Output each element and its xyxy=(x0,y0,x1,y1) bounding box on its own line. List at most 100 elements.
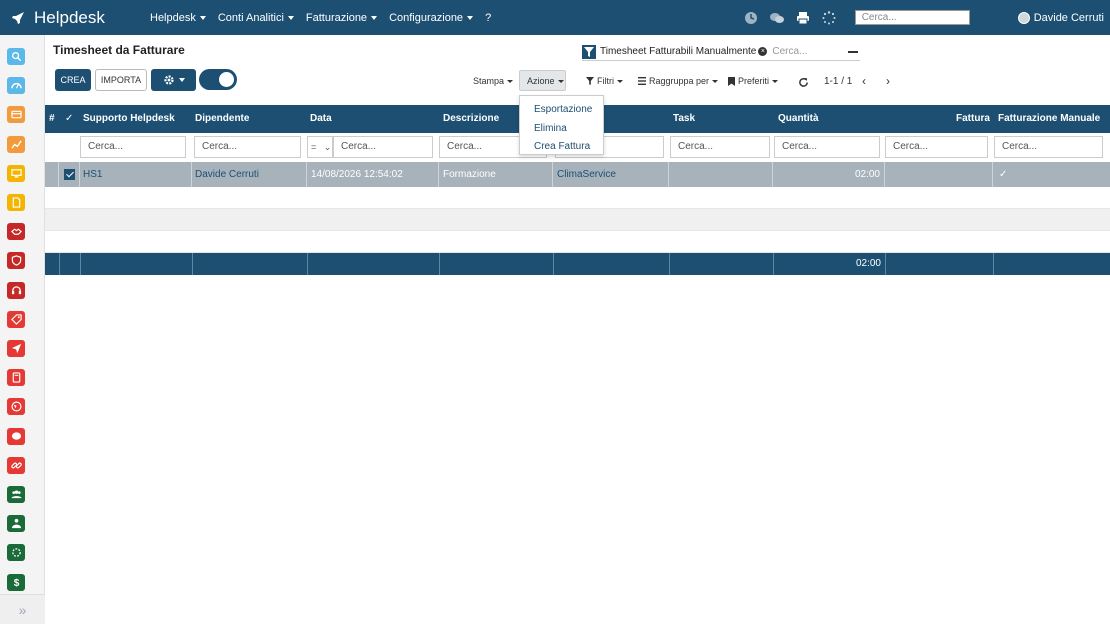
menu-help[interactable]: ? xyxy=(485,12,491,24)
sidebar-app-team[interactable] xyxy=(7,486,25,503)
refresh-icon[interactable] xyxy=(798,77,809,88)
filter-fatturazione-manuale-input[interactable]: Cerca... xyxy=(994,136,1103,158)
filter-quantita-input[interactable]: Cerca... xyxy=(774,136,880,158)
column-quantita[interactable]: Quantità xyxy=(778,105,819,133)
create-button[interactable]: CREA xyxy=(55,69,91,91)
group-by-button[interactable]: Raggruppa per xyxy=(638,74,719,88)
remove-facet-icon[interactable]: × xyxy=(758,47,768,56)
sidebar-app-dashboard[interactable] xyxy=(7,77,25,95)
cell-dipendente[interactable]: Davide Cerruti xyxy=(192,162,307,187)
sidebar-app-link[interactable] xyxy=(7,456,25,474)
sidebar-app-shield[interactable] xyxy=(7,252,25,270)
handshake-icon xyxy=(10,228,22,236)
print-button[interactable]: Stampa xyxy=(473,74,514,88)
sidebar-app-headset[interactable] xyxy=(7,281,25,299)
chat-icon xyxy=(11,431,21,440)
menu-item-crea-fattura[interactable]: Crea Fattura xyxy=(520,139,603,158)
sidebar-app-chart[interactable] xyxy=(7,135,25,153)
view-toggle[interactable] xyxy=(199,69,237,90)
sidebar-app-card[interactable] xyxy=(7,106,25,124)
column-data[interactable]: Data xyxy=(310,105,332,133)
cell-fatturazione-manuale: ✓ xyxy=(999,169,1008,180)
printer-icon[interactable] xyxy=(795,10,811,26)
menu-helpdesk[interactable]: Helpdesk xyxy=(150,12,206,24)
sidebar-app-chat[interactable] xyxy=(7,427,25,445)
sidebar-app-users[interactable] xyxy=(7,515,25,533)
filter-task-input[interactable]: Cerca... xyxy=(670,136,770,158)
cell-supporto[interactable]: HS1 xyxy=(80,162,192,187)
search-toggle-icon[interactable] xyxy=(848,50,858,53)
column-fatturazione-manuale[interactable]: Fatturazione Manuale xyxy=(998,105,1100,133)
select-all-checkbox[interactable]: ✓ xyxy=(65,105,73,133)
search-view: Timesheet Fatturabili Manualmente × Cerc… xyxy=(582,43,860,61)
menu-configurazione[interactable]: Configurazione xyxy=(389,12,474,24)
expand-sidebar-icon[interactable]: » xyxy=(0,594,45,624)
top-menu: Helpdesk Conti Analitici Fatturazione Co… xyxy=(150,12,491,24)
sidebar-app-paper-plane[interactable] xyxy=(7,340,25,357)
sidebar-app-document[interactable] xyxy=(7,194,25,211)
brand[interactable]: Helpdesk xyxy=(0,8,150,28)
column-descrizione[interactable]: Descrizione xyxy=(443,105,499,133)
menu-item-esportazione[interactable]: Esportazione xyxy=(520,102,603,121)
team-icon xyxy=(10,490,22,499)
menu-conti-analitici[interactable]: Conti Analitici xyxy=(218,12,294,24)
caret-down-icon xyxy=(178,78,185,82)
paper-plane-icon xyxy=(11,343,21,354)
spinner-icon xyxy=(821,10,837,26)
filter-icon xyxy=(586,77,594,85)
sidebar-app-tag[interactable] xyxy=(7,310,25,328)
action-button[interactable]: Azione xyxy=(527,74,564,88)
filter-fattura-input[interactable]: Cerca... xyxy=(885,136,988,158)
headset-icon xyxy=(11,285,21,294)
action-dropdown-menu: Esportazione Elimina Crea Fattura xyxy=(519,95,604,155)
filter-supporto-input[interactable]: Cerca... xyxy=(80,136,186,158)
pager-value[interactable]: 1-1 / 1 xyxy=(824,76,852,87)
filter-dipendente-input[interactable]: Cerca... xyxy=(194,136,301,158)
sidebar-app-search[interactable] xyxy=(7,48,25,65)
caret-down-icon xyxy=(199,15,206,20)
sidebar-app-globe[interactable] xyxy=(7,398,25,416)
pager-previous-icon[interactable]: ‹ xyxy=(862,74,866,88)
table-row[interactable]: HS1 Davide Cerruti 14/08/2026 12:54:02 F… xyxy=(45,162,1110,187)
chevron-down-icon: ⌄ xyxy=(323,142,332,152)
caret-down-icon xyxy=(371,15,378,20)
column-dipendente[interactable]: Dipendente xyxy=(195,105,249,133)
sidebar-app-spinner[interactable] xyxy=(7,544,25,562)
user-name: Davide Cerruti xyxy=(1033,11,1104,24)
footer-separator xyxy=(553,253,554,275)
user-menu[interactable]: Davide Cerruti xyxy=(1017,11,1104,24)
global-search-input[interactable]: Cerca... xyxy=(854,10,970,25)
sidebar-app-handshake[interactable] xyxy=(7,223,25,241)
row-checkbox[interactable] xyxy=(64,169,75,180)
sidebar-app-dollar[interactable]: $ xyxy=(7,573,25,591)
clock-icon[interactable] xyxy=(743,10,759,26)
bookmark-icon xyxy=(728,76,735,86)
cell-task xyxy=(669,162,773,187)
users-icon xyxy=(11,519,21,529)
favorites-button[interactable]: Preferiti xyxy=(728,74,779,88)
sidebar-app-monitor[interactable] xyxy=(7,164,25,182)
cell-descrizione: Formazione xyxy=(439,162,553,187)
chart-icon xyxy=(10,140,22,149)
tag-icon xyxy=(10,314,22,325)
chat-icon[interactable] xyxy=(769,10,785,26)
cell-progetto[interactable]: ClimaService xyxy=(553,162,669,187)
row-handle[interactable] xyxy=(45,162,59,187)
filter-icon xyxy=(582,44,596,59)
filters-button[interactable]: Filtri xyxy=(586,74,623,88)
filter-date-operator-select[interactable]: = ⌄ xyxy=(307,136,333,158)
import-button[interactable]: IMPORTA xyxy=(95,69,147,91)
caret-down-icon xyxy=(772,79,779,83)
pager-next-icon[interactable]: › xyxy=(886,74,890,88)
sidebar-app-book[interactable] xyxy=(7,369,25,387)
menu-item-elimina[interactable]: Elimina xyxy=(520,121,603,140)
spinner-icon xyxy=(11,548,21,558)
column-fattura[interactable]: Fattura xyxy=(956,105,990,133)
settings-dropdown-button[interactable] xyxy=(151,69,196,91)
row-checkbox-cell[interactable] xyxy=(59,162,80,187)
menu-fatturazione[interactable]: Fatturazione xyxy=(306,12,378,24)
filter-data-input[interactable]: Cerca... xyxy=(333,136,433,158)
column-task[interactable]: Task xyxy=(673,105,695,133)
search-input[interactable]: Cerca... xyxy=(772,46,848,57)
column-supporto-helpdesk[interactable]: Supporto Helpdesk xyxy=(83,105,175,133)
